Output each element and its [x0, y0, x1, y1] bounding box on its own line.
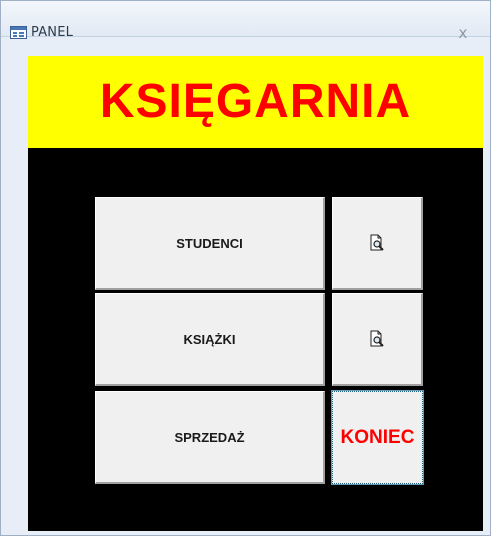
close-icon[interactable]: x [453, 23, 473, 43]
ksiazki-button-label: KSIĄŻKI [183, 331, 236, 347]
studenci-button[interactable]: STUDENCI [95, 197, 325, 290]
ksiazki-preview-button[interactable] [332, 293, 423, 386]
studenci-preview-button[interactable] [332, 197, 423, 290]
form-icon [10, 26, 27, 39]
koniec-button[interactable]: KONIEC [332, 391, 423, 484]
print-preview-icon [368, 234, 386, 252]
ksiazki-button[interactable]: KSIĄŻKI [95, 293, 325, 386]
sprzedaz-button-label: SPRZEDAŻ [174, 429, 245, 445]
application-window: PANEL x KSIĘGARNIA STUDENCI KSIĄŻKI SPRZ… [0, 0, 491, 536]
form-body: KSIĘGARNIA STUDENCI KSIĄŻKI SPRZEDAŻ KON… [28, 56, 483, 531]
page-title: KSIĘGARNIA [99, 75, 412, 128]
title-bar: PANEL x [1, 1, 490, 42]
print-preview-icon [368, 330, 386, 348]
koniec-button-label: KONIEC [340, 426, 415, 448]
studenci-button-label: STUDENCI [176, 235, 243, 251]
window-title: PANEL [31, 25, 74, 40]
header-band: KSIĘGARNIA [28, 56, 483, 148]
sprzedaz-button[interactable]: SPRZEDAŻ [95, 391, 325, 484]
